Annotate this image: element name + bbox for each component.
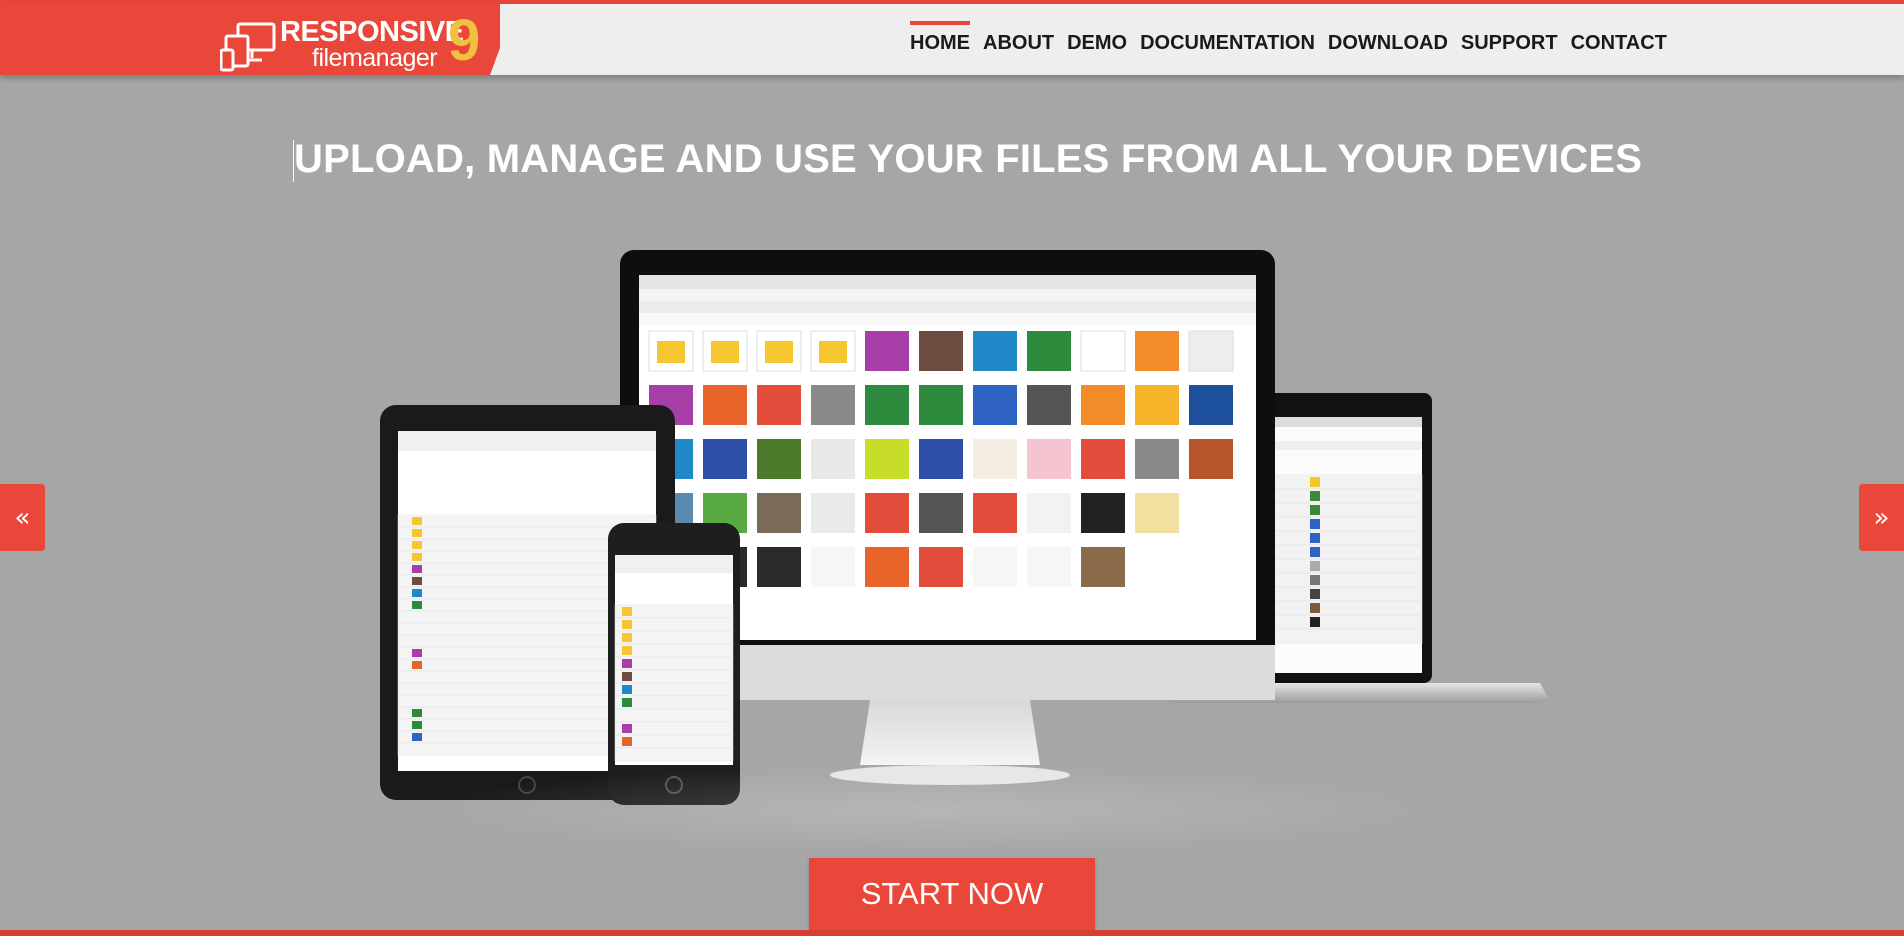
- nav-home[interactable]: HOME: [910, 21, 970, 55]
- devices-image: [380, 250, 1548, 805]
- bottom-accent-strip: [0, 930, 1904, 936]
- logo-text-filemanager: filemanager: [312, 44, 438, 72]
- nav-contact[interactable]: CONTACT: [1571, 32, 1667, 55]
- devices-logo-icon: [220, 22, 276, 72]
- start-now-button[interactable]: START NOW: [809, 858, 1095, 930]
- next-slide-button[interactable]: »: [1859, 484, 1904, 551]
- devices-illustration: [350, 245, 1550, 855]
- site-logo[interactable]: RESPONSIVE filemanager 9: [220, 8, 490, 73]
- nav-about[interactable]: ABOUT: [983, 32, 1054, 55]
- hero-headline: UPLOAD, MANAGE AND USE YOUR FILES FROM A…: [294, 137, 1643, 181]
- prev-slide-button[interactable]: «: [0, 484, 45, 551]
- nav-download[interactable]: DOWNLOAD: [1328, 32, 1448, 55]
- nav-documentation[interactable]: DOCUMENTATION: [1140, 32, 1315, 55]
- logo-version-number: 9: [448, 8, 481, 73]
- prev-arrow-icon: «: [14, 502, 31, 533]
- nav-support[interactable]: SUPPORT: [1461, 32, 1558, 55]
- floor-reflection: [410, 765, 1460, 855]
- next-arrow-icon: »: [1873, 502, 1890, 533]
- nav-demo[interactable]: DEMO: [1067, 32, 1127, 55]
- phone-device: [608, 523, 740, 805]
- main-navigation: HOME ABOUT DEMO DOCUMENTATION DOWNLOAD S…: [910, 21, 1680, 55]
- site-header: RESPONSIVE filemanager 9 HOME ABOUT DEMO…: [0, 4, 1904, 75]
